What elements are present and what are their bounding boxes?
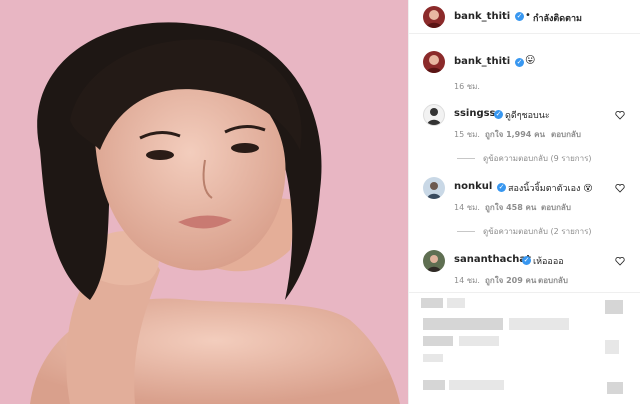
separator-dot: • [525,10,531,21]
pixelated-block [607,382,623,394]
view-replies-label: ดูข้อความตอบกลับ (9 รายการ) [483,154,592,163]
comment-username[interactable]: nonkul [454,181,492,192]
pixelated-block [605,340,619,354]
author-avatar[interactable] [423,6,445,28]
replies-divider [457,158,475,159]
comment-time[interactable]: 14 ชม. [454,201,480,214]
comment-username[interactable]: sananthachat [454,254,531,265]
following-button[interactable]: กำลังติดตาม [533,11,582,25]
comment-avatar-nonkul[interactable] [423,177,445,199]
verified-badge-icon: ✓ [515,58,524,67]
pixelated-block [423,354,443,362]
heart-icon[interactable] [615,110,625,120]
view-replies-link[interactable]: ดูข้อความตอบกลับ (2 รายการ) [457,225,592,238]
pixelated-block [421,298,443,308]
comment-username[interactable]: ssingss [454,108,496,119]
caption-username[interactable]: bank_thiti [454,56,510,67]
pixelated-block [423,336,453,346]
verified-badge-icon: ✓ [497,183,506,192]
pixelated-block [449,380,504,390]
comment-text: สองนิ้วจิ้มตาตัวเอง 😵 [508,184,593,194]
heart-icon[interactable] [615,183,625,193]
section-divider [409,292,640,293]
pixelated-block [459,336,499,346]
comment-time[interactable]: 14 ชม. [454,274,480,287]
comment-likes[interactable]: ถูกใจ 1,994 คน [485,128,545,141]
caption-avatar[interactable] [423,51,445,73]
comment-avatar-sananthachat[interactable] [423,250,445,272]
comment-time[interactable]: 15 ชม. [454,128,480,141]
verified-badge-icon: ✓ [494,110,503,119]
comment-text: เห้ออออ [533,257,564,267]
comment-text: ดูดีๆชอบนะ [505,111,550,121]
post-photo[interactable] [0,0,408,404]
pixelated-block [605,300,623,314]
post-header: bank_thiti ✓ • กำลังติดตาม [409,0,640,34]
view-replies-label: ดูข้อความตอบกลับ (2 รายการ) [483,227,592,236]
portrait-image [0,0,408,404]
caption-time[interactable]: 16 ชม. [454,80,480,93]
replies-divider [457,231,475,232]
heart-icon[interactable] [615,256,625,266]
reply-button[interactable]: ตอบกลับ [551,128,581,141]
pixelated-block [509,318,569,330]
pixelated-block [423,318,503,330]
reply-button[interactable]: ตอบกลับ [541,201,571,214]
comment-likes[interactable]: ถูกใจ 209 คน [485,274,536,287]
pixelated-block [423,380,445,390]
post-sidebar: bank_thiti ✓ • กำลังติดตาม bank_thiti ✓ … [408,0,640,404]
caption-text: 😛 [525,55,536,66]
verified-badge-icon: ✓ [522,256,531,265]
reply-button[interactable]: ตอบกลับ [538,274,568,287]
view-replies-link[interactable]: ดูข้อความตอบกลับ (9 รายการ) [457,152,592,165]
comment-likes[interactable]: ถูกใจ 458 คน [485,201,536,214]
comment-avatar-ssingss[interactable] [423,104,445,126]
pixelated-block [447,298,465,308]
verified-badge-icon: ✓ [515,12,524,21]
author-username[interactable]: bank_thiti [454,11,510,22]
